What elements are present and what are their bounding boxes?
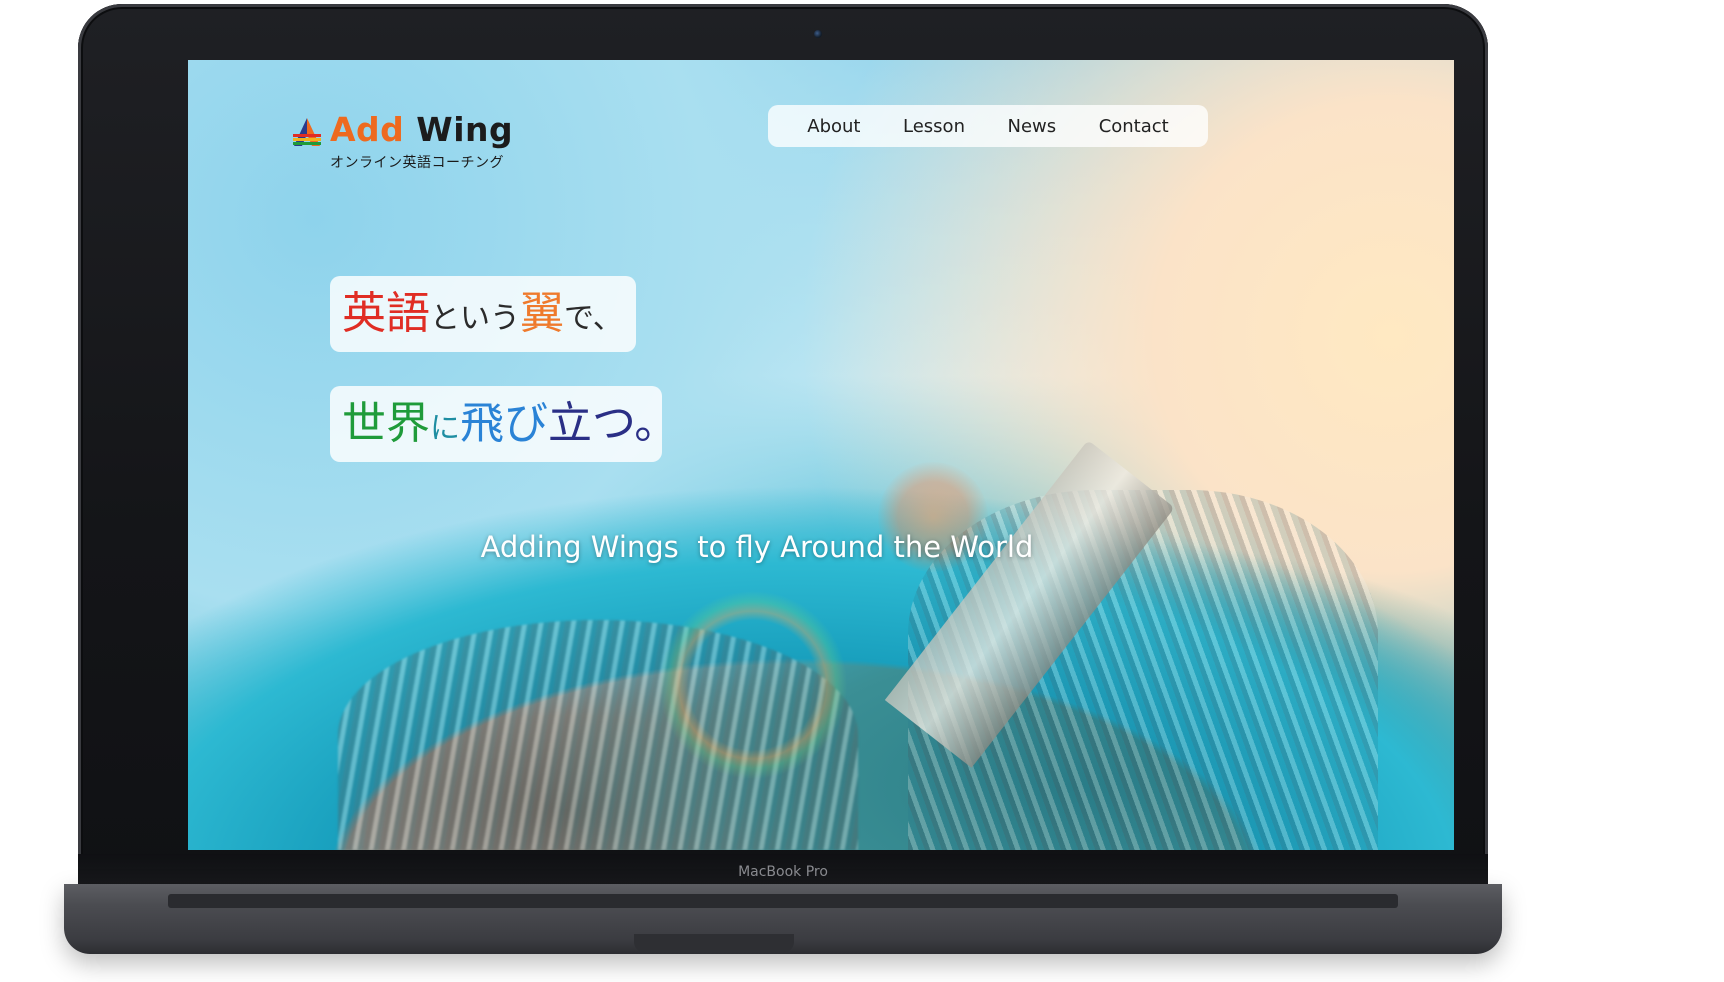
headline-word-tobi: 飛び [460,398,548,449]
laptop-lid: Add Wing オンライン英語コーチング About Lesson News … [78,4,1488,884]
main-nav: About Lesson News Contact [768,105,1208,147]
headline-word-eigo: 英語 [342,288,430,339]
nav-item-lesson[interactable]: Lesson [903,116,965,137]
logo-word-add: Add [330,110,405,149]
hero-tagline: Adding Wings to fly Around the World [480,530,1034,564]
headline-word-tsubasa: 翼 [520,288,564,339]
laptop-base [64,884,1502,954]
laptop-mockup: Add Wing オンライン英語コーチング About Lesson News … [0,0,1724,982]
logo-wordmark: Add Wing [330,110,513,149]
logo-word-wing: Wing [416,110,514,149]
nav-item-contact[interactable]: Contact [1099,116,1169,137]
nav-item-about[interactable]: About [807,116,860,137]
site-logo[interactable]: Add Wing オンライン英語コーチング [290,110,520,172]
headline-word-de: で、 [564,301,623,336]
headline-word-sekai: 世界 [342,398,430,449]
device-brand-label: MacBook Pro [738,864,828,880]
headline-word-tatsu: 立つ。 [548,398,679,449]
keyboard-slot [168,894,1398,908]
wing-logo-icon [293,118,321,146]
logo-subtitle: オンライン英語コーチング [330,155,504,171]
headline-word-ni: に [430,411,460,446]
camera-icon [814,30,822,38]
hero-headline-line-2: 世界 に 飛び 立つ。 [330,386,678,462]
hero-lens-ring [658,590,848,780]
website-screen: Add Wing オンライン英語コーチング About Lesson News … [188,60,1454,850]
lid-notch [634,934,794,952]
headline-word-toiu: という [430,301,520,336]
nav-item-news[interactable]: News [1008,116,1057,137]
hero-headline-line-1: 英語 という 翼 で、 [330,276,636,352]
